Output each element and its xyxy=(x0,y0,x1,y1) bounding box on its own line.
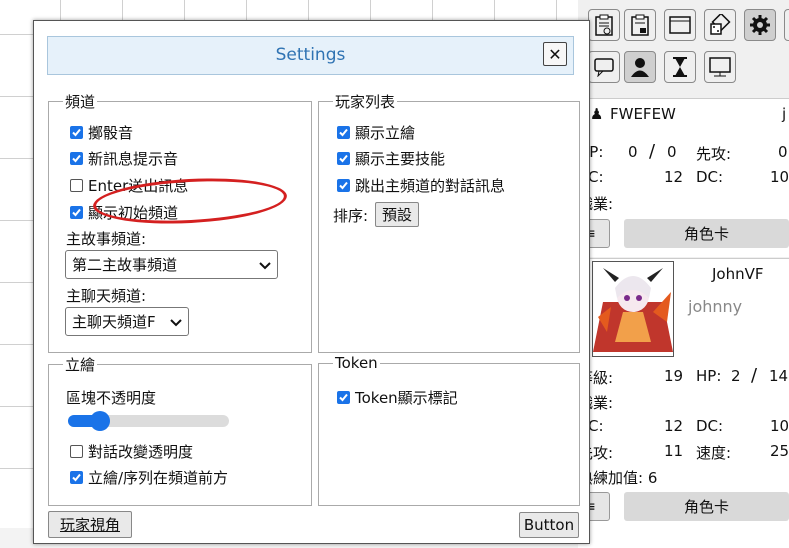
character-sheet-button[interactable]: 角色卡 xyxy=(624,219,789,248)
checkbox-token-marker[interactable]: Token顯示標記 xyxy=(337,387,458,408)
hp-label: HP: xyxy=(696,367,722,385)
player-name: j xyxy=(782,105,787,123)
checkbox-initial-channel[interactable]: 顯示初始頻道 xyxy=(70,202,178,223)
chevron-down-icon xyxy=(170,313,182,331)
group-legend: 頻道 xyxy=(65,93,96,111)
checkbox-label: 顯示初始頻道 xyxy=(88,204,179,222)
gear-icon[interactable] xyxy=(744,9,776,41)
settings-dialog: Settings ✕ 頻道 擲骰音 新訊息提示音 Enter送出訊息 顯示初始頻… xyxy=(33,20,590,544)
speed-value: 25 xyxy=(770,442,789,460)
initiative-value: 11 xyxy=(664,442,684,460)
group-legend: 立繪 xyxy=(65,356,96,374)
select-value: 第二主故事頻道 xyxy=(72,256,178,274)
checkbox[interactable] xyxy=(337,179,350,192)
person-icon[interactable] xyxy=(624,51,656,83)
main-story-select[interactable]: 第二主故事頻道 xyxy=(65,250,278,279)
group-legend: Token xyxy=(335,354,378,372)
dc-value: 10 xyxy=(770,168,789,186)
opacity-label: 區塊不透明度 xyxy=(66,389,157,407)
checkbox-popup-messages[interactable]: 跳出主頻道的對話訊息 xyxy=(337,175,505,196)
ac-value: 12 xyxy=(664,417,684,435)
dice-icon[interactable] xyxy=(704,9,736,41)
checkbox[interactable] xyxy=(337,152,350,165)
player-card: ♟ FWEFEW j HP: 0 / 0 先攻: 0 AC: 12 DC: 10… xyxy=(578,98,789,257)
dc-value: 10 xyxy=(770,417,789,435)
checkbox-label: 新訊息提示音 xyxy=(88,150,179,168)
chat-icon[interactable] xyxy=(588,51,620,83)
screen-icon[interactable] xyxy=(704,51,736,83)
hourglass-icon[interactable] xyxy=(664,51,696,83)
checkbox-label: 跳出主頻道的對話訊息 xyxy=(355,177,506,195)
group-legend: 玩家列表 xyxy=(335,93,396,111)
checkbox[interactable] xyxy=(337,126,350,139)
checkbox-label: Enter送出訊息 xyxy=(88,177,189,195)
checkbox-dice-sound[interactable]: 擲骰音 xyxy=(70,122,133,143)
checkbox[interactable] xyxy=(70,471,83,484)
checkbox-enter-send[interactable]: Enter送出訊息 xyxy=(70,175,188,196)
character-name: FWEFEW xyxy=(610,105,676,123)
sort-label: 排序: xyxy=(333,207,369,225)
checkbox[interactable] xyxy=(70,179,83,192)
close-icon: ✕ xyxy=(548,44,562,64)
character-sheet-button[interactable]: 角色卡 xyxy=(624,492,789,521)
sort-default-button[interactable]: 預設 xyxy=(375,202,419,227)
checkbox[interactable] xyxy=(70,206,83,219)
checkbox-label: 顯示主要技能 xyxy=(355,150,446,168)
chevron-down-icon xyxy=(259,256,271,274)
select-value: 主聊天頻道F xyxy=(72,313,156,331)
initiative-label: 先攻: xyxy=(696,145,732,163)
frame-icon[interactable] xyxy=(664,9,696,41)
generic-button[interactable]: Button xyxy=(519,512,579,538)
checkbox-label: 擲骰音 xyxy=(88,124,134,142)
checkbox-label: Token顯示標記 xyxy=(355,389,458,407)
dc-label: DC: xyxy=(696,168,724,186)
gear-icon-extra[interactable] xyxy=(784,9,789,41)
checkbox[interactable] xyxy=(70,445,83,458)
token-group: Token xyxy=(318,354,580,506)
hp-max: 0 xyxy=(667,143,677,161)
dc-label: DC: xyxy=(696,417,724,435)
checkbox[interactable] xyxy=(70,152,83,165)
dialog-titlebar[interactable]: Settings ✕ xyxy=(47,36,574,75)
level-value: 19 xyxy=(664,367,684,385)
player-card: JohnVF johnny 等級: 19 HP: 2 / 14 職業: AC: … xyxy=(578,258,789,548)
clipboard-check-icon[interactable] xyxy=(588,9,620,41)
hp-value: 0 xyxy=(628,143,638,161)
opacity-slider[interactable] xyxy=(68,411,229,431)
person-icon: ♟ xyxy=(590,105,604,123)
character-avatar xyxy=(592,261,674,357)
player-name: johnny xyxy=(688,297,743,316)
checkbox-show-portrait[interactable]: 顯示立繪 xyxy=(337,122,415,143)
close-button[interactable]: ✕ xyxy=(543,42,567,66)
checkbox[interactable] xyxy=(70,126,83,139)
player-view-button[interactable]: 玩家視角 xyxy=(48,511,132,538)
main-chat-label: 主聊天頻道: xyxy=(66,287,147,305)
dialog-title: Settings xyxy=(275,45,346,65)
hp-separator: / xyxy=(649,141,656,162)
hp-separator: / xyxy=(751,365,758,386)
main-story-label: 主故事頻道: xyxy=(66,230,147,248)
checkbox-dialog-opacity[interactable]: 對話改變透明度 xyxy=(70,441,193,462)
checkbox-label: 立繪/序列在頻道前方 xyxy=(88,469,229,487)
checkbox[interactable] xyxy=(337,391,350,404)
character-name: JohnVF xyxy=(712,265,764,283)
hp-value: 2 xyxy=(731,367,741,385)
ac-value: 12 xyxy=(664,168,684,186)
clipboard-lock-icon[interactable] xyxy=(624,9,656,41)
initiative-value: 0 xyxy=(778,143,788,161)
checkbox-show-skills[interactable]: 顯示主要技能 xyxy=(337,148,445,169)
speed-label: 速度: xyxy=(696,444,732,462)
player-sidebar: ♟ FWEFEW j HP: 0 / 0 先攻: 0 AC: 12 DC: 10… xyxy=(578,0,789,548)
checkbox-label: 顯示立繪 xyxy=(355,124,416,142)
checkbox-label: 對話改變透明度 xyxy=(88,443,194,461)
checkbox-portrait-front[interactable]: 立繪/序列在頻道前方 xyxy=(70,467,228,488)
main-chat-select[interactable]: 主聊天頻道F xyxy=(65,307,189,336)
checkbox-message-sound[interactable]: 新訊息提示音 xyxy=(70,148,178,169)
hp-max: 14 xyxy=(769,367,789,385)
